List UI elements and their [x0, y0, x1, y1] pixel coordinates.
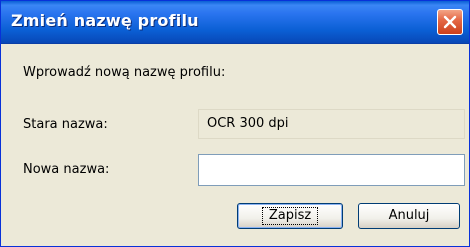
new-name-label: Nowa nazwa:: [23, 162, 110, 177]
old-name-label: Stara nazwa:: [23, 117, 108, 132]
new-name-input[interactable]: [198, 154, 465, 186]
close-button[interactable]: [437, 9, 463, 35]
cancel-button-label: Anuluj: [388, 208, 430, 223]
close-icon: [443, 15, 457, 29]
old-name-field: OCR 300 dpi: [198, 109, 465, 139]
save-button-label: Zapisz: [261, 207, 319, 225]
rename-profile-dialog: Zmień nazwę profilu Wprowadź nową nazwę …: [0, 0, 470, 247]
instruction-text: Wprowadź nową nazwę profilu:: [23, 65, 226, 80]
save-button[interactable]: Zapisz: [237, 203, 343, 229]
window-title: Zmień nazwę profilu: [11, 11, 199, 30]
cancel-button[interactable]: Anuluj: [358, 203, 460, 229]
title-bar[interactable]: Zmień nazwę profilu: [1, 1, 469, 44]
